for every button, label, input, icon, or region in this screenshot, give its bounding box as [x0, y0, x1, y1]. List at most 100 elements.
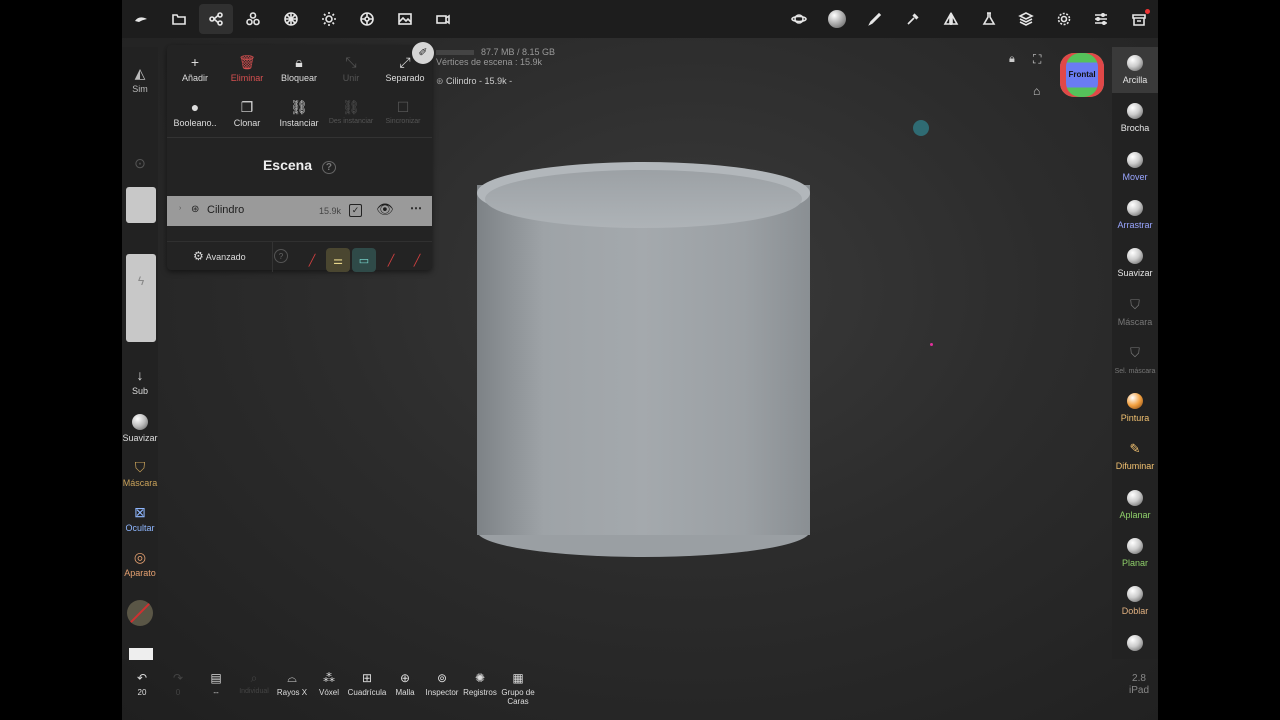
brush-2[interactable]: Mover — [1112, 151, 1158, 182]
advanced-button[interactable]: ⚙ Avanzado — [193, 249, 246, 263]
brush-label: Mover — [1122, 171, 1148, 182]
flask-icon[interactable] — [972, 4, 1006, 34]
brush-9[interactable]: Aplanar — [1112, 489, 1158, 520]
brush-label: Suavizar — [1117, 268, 1153, 279]
cube-icon: ⊛ — [436, 76, 447, 86]
arrow-down-icon: ↓ — [136, 367, 144, 383]
version-info: 2.8 iPad — [1122, 673, 1156, 697]
tool-disabled-icon-3[interactable]: ╱ — [405, 248, 429, 272]
top-toolbar — [122, 0, 1158, 38]
inspector-button[interactable]: ⊚ Inspector — [422, 670, 462, 697]
store-icon[interactable] — [1122, 4, 1156, 34]
redo-button[interactable]: ↷ 0 — [158, 670, 198, 697]
hide-button[interactable]: ⊠ Ocultar — [122, 504, 158, 533]
symmetry-icon[interactable] — [934, 4, 968, 34]
brush-label: Brocha — [1120, 123, 1150, 134]
sliders-icon[interactable] — [1084, 4, 1118, 34]
brush-6[interactable]: ⛉ Sel. máscara — [1112, 345, 1158, 375]
sub-button[interactable]: ↓ Sub — [122, 367, 158, 396]
view-cube[interactable]: Frontal — [1060, 53, 1104, 97]
brush-0[interactable]: Arcilla — [1112, 55, 1158, 85]
radius-slider[interactable] — [126, 187, 156, 223]
gizmo-button[interactable]: ◎ Aparato — [122, 549, 158, 578]
hammer-icon[interactable] — [896, 4, 930, 34]
brush-ball-icon — [1127, 103, 1143, 120]
delete-button[interactable]: 🗑 Eliminar — [221, 53, 273, 83]
smooth-button[interactable]: Suavizar — [122, 414, 158, 443]
light-icon[interactable] — [312, 4, 346, 34]
lock-view-icon[interactable]: 🔒︎ — [1009, 53, 1015, 66]
brush-3[interactable]: Arrastrar — [1112, 199, 1158, 230]
expand-icon[interactable]: › — [179, 205, 181, 212]
help-icon[interactable]: ? — [321, 161, 337, 174]
brush-more[interactable] — [1112, 635, 1158, 655]
mesh-button[interactable]: ⊕ Malla — [385, 670, 425, 697]
undo-button[interactable]: ↶ 20 — [122, 670, 162, 697]
logs-button[interactable]: ✺ Registros — [460, 670, 500, 697]
tool-disabled-icon-1[interactable]: ╱ — [300, 248, 324, 272]
voxel-button[interactable]: ⁂ Vóxel — [309, 670, 349, 697]
brush-1[interactable]: Brocha — [1112, 103, 1158, 133]
tool-disabled-icon-2[interactable]: ╱ — [379, 248, 403, 272]
fullscreen-icon[interactable]: ⛶ — [1033, 52, 1041, 67]
sim-button[interactable]: ◭ Sim — [122, 65, 158, 94]
advanced-help-icon[interactable]: ? — [274, 249, 288, 263]
object-count: 15.9k — [319, 206, 342, 216]
primitives-icon[interactable] — [236, 4, 270, 34]
brush-5[interactable]: ⛉ Máscara — [1112, 297, 1158, 327]
join-button[interactable]: ⤡ Unir — [325, 53, 377, 83]
sync-button[interactable]: ☐ Sincronizar — [377, 98, 429, 125]
clone-button[interactable]: ❐ Clonar — [221, 98, 273, 128]
brush-ball-icon — [1127, 248, 1143, 265]
scene-title-text: Escena — [262, 157, 313, 173]
topology-icon[interactable] — [274, 4, 308, 34]
camera-toggle-icon[interactable]: ▭ — [352, 248, 376, 272]
scene-object-row[interactable]: › ⊛ Cilindro 15.9k ✓ 👁︎ ⋯ — [167, 196, 432, 226]
xray-button[interactable]: ⌓ Rayos X — [272, 670, 312, 697]
scene-graph-icon[interactable] — [199, 4, 233, 34]
uninstance-button[interactable]: ⛓ Des instanciar — [325, 98, 377, 125]
visible-checkbox[interactable]: ✓ — [349, 204, 362, 217]
brush-4[interactable]: Suavizar — [1112, 248, 1158, 278]
settings-icon[interactable] — [1047, 4, 1081, 34]
xray-label: Rayos X — [276, 688, 308, 697]
material-ball-icon[interactable] — [820, 4, 854, 34]
brush-11[interactable]: Doblar — [1112, 586, 1158, 616]
brush-8[interactable]: ✎ Difuminar — [1112, 441, 1158, 471]
more-options-icon[interactable]: ⋯ — [410, 201, 422, 215]
mask-button[interactable]: ⛉ Máscara — [122, 459, 158, 488]
facegroup-button[interactable]: ▦ Grupo de Caras — [498, 670, 538, 706]
scene-title: Escena ? — [167, 157, 432, 174]
eye-icon[interactable]: 👁︎ — [376, 201, 394, 218]
advanced-label: Avanzado — [205, 252, 246, 262]
color-swatch[interactable] — [129, 648, 153, 660]
boolean-button[interactable]: ● Booleano.. — [169, 98, 221, 128]
layers-icon[interactable] — [1009, 4, 1043, 34]
add-button[interactable]: + Añadir — [169, 53, 221, 83]
pin-icon[interactable]: ✐ — [412, 42, 434, 64]
gizmo-point[interactable] — [913, 120, 929, 136]
individual-button[interactable]: ⌕ Individual — [234, 670, 274, 695]
instance-button[interactable]: ⛓ Instanciar — [273, 98, 325, 128]
brush-label: Sel. máscara — [1114, 367, 1156, 375]
folder-icon[interactable] — [162, 4, 196, 34]
image-icon[interactable] — [388, 4, 422, 34]
planet-icon[interactable] — [782, 4, 816, 34]
brush-10[interactable]: Planar — [1112, 538, 1158, 568]
material-icon[interactable] — [350, 4, 384, 34]
grid-button[interactable]: ⊞ Cuadrícula — [347, 670, 387, 697]
lock-button[interactable]: 🔒︎ Bloquear — [273, 53, 325, 83]
separate-label: Separado — [385, 73, 425, 83]
texture-disabled-icon[interactable] — [127, 600, 153, 626]
nomad-logo-icon[interactable] — [124, 4, 158, 34]
light-toggle-icon[interactable]: ⚌ — [326, 248, 350, 272]
stack-button[interactable]: ▤ -- — [196, 670, 236, 697]
camera-icon[interactable] — [426, 4, 460, 34]
pivot-icon[interactable]: ⊙ — [122, 155, 158, 174]
glasses-icon: ⌓ — [287, 671, 297, 685]
home-view-icon[interactable]: ⌂ — [1033, 84, 1040, 98]
intensity-slider[interactable]: ϟ — [126, 254, 156, 342]
brush-7[interactable]: Pintura — [1112, 393, 1158, 423]
paint-brush-icon[interactable] — [858, 4, 892, 34]
sim-label: Sim — [132, 84, 148, 94]
